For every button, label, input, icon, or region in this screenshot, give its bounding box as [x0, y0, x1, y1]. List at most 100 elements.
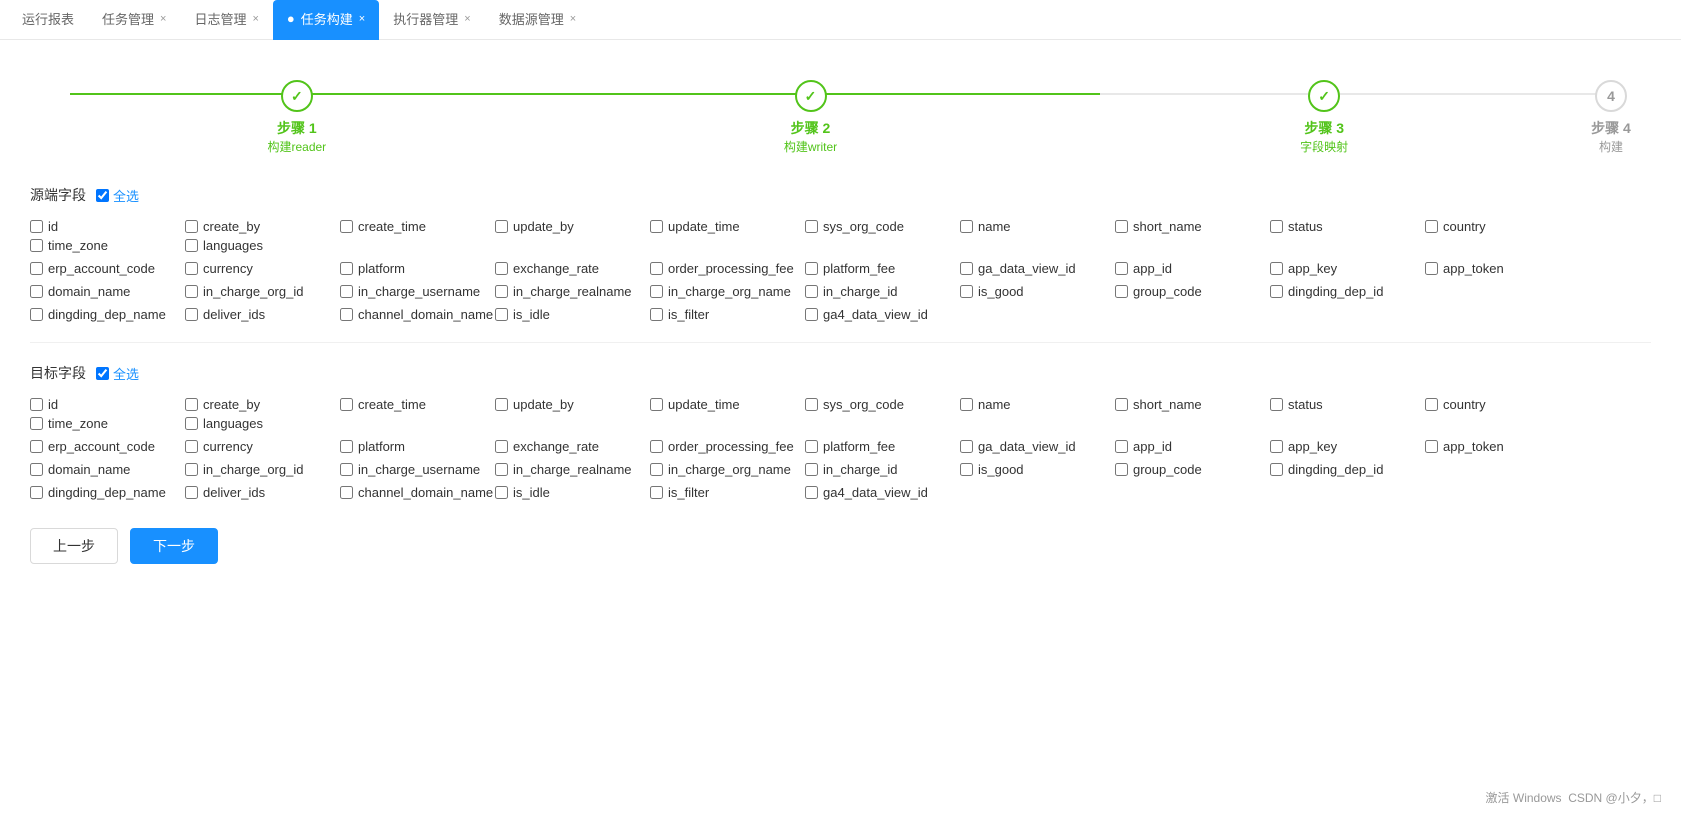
field-item-update_by[interactable]: update_by — [495, 397, 650, 412]
field-checkbox-time_zone[interactable] — [30, 239, 43, 252]
field-checkbox-currency[interactable] — [185, 262, 198, 275]
field-item-time_zone[interactable]: time_zone — [30, 238, 185, 253]
field-item-ga4_data_view_id[interactable]: ga4_data_view_id — [805, 307, 960, 322]
field-checkbox-app_token[interactable] — [1425, 262, 1438, 275]
field-item-name[interactable]: name — [960, 397, 1115, 412]
field-item-app_token[interactable]: app_token — [1425, 261, 1580, 276]
field-checkbox-name[interactable] — [960, 398, 973, 411]
field-checkbox-in_charge_org_name[interactable] — [650, 285, 663, 298]
field-checkbox-platform[interactable] — [340, 262, 353, 275]
field-checkbox-app_token[interactable] — [1425, 440, 1438, 453]
field-checkbox-is_idle[interactable] — [495, 308, 508, 321]
field-checkbox-status[interactable] — [1270, 398, 1283, 411]
field-item-app_key[interactable]: app_key — [1270, 439, 1425, 454]
field-checkbox-erp_account_code[interactable] — [30, 440, 43, 453]
field-item-name[interactable]: name — [960, 219, 1115, 234]
field-item-app_key[interactable]: app_key — [1270, 261, 1425, 276]
field-checkbox-deliver_ids[interactable] — [185, 308, 198, 321]
field-item-in_charge_username[interactable]: in_charge_username — [340, 284, 495, 299]
field-checkbox-dingding_dep_id[interactable] — [1270, 463, 1283, 476]
field-item-is_good[interactable]: is_good — [960, 462, 1115, 477]
field-checkbox-exchange_rate[interactable] — [495, 262, 508, 275]
field-checkbox-platform_fee[interactable] — [805, 262, 818, 275]
field-checkbox-is_good[interactable] — [960, 285, 973, 298]
field-item-create_by[interactable]: create_by — [185, 219, 340, 234]
field-checkbox-time_zone[interactable] — [30, 417, 43, 430]
target-select-all[interactable]: 全选 — [96, 364, 139, 383]
field-checkbox-ga_data_view_id[interactable] — [960, 262, 973, 275]
field-checkbox-sys_org_code[interactable] — [805, 220, 818, 233]
field-item-in_charge_id[interactable]: in_charge_id — [805, 284, 960, 299]
field-item-update_time[interactable]: update_time — [650, 397, 805, 412]
field-checkbox-country[interactable] — [1425, 220, 1438, 233]
field-checkbox-is_filter[interactable] — [650, 308, 663, 321]
field-checkbox-short_name[interactable] — [1115, 398, 1128, 411]
field-checkbox-app_id[interactable] — [1115, 440, 1128, 453]
field-item-order_processing_fee[interactable]: order_processing_fee — [650, 439, 805, 454]
close-icon[interactable]: × — [252, 13, 258, 25]
field-checkbox-sys_org_code[interactable] — [805, 398, 818, 411]
field-item-is_idle[interactable]: is_idle — [495, 485, 650, 500]
field-checkbox-in_charge_org_name[interactable] — [650, 463, 663, 476]
tab-task-mgmt[interactable]: 任务管理 × — [88, 0, 180, 40]
field-checkbox-ga4_data_view_id[interactable] — [805, 308, 818, 321]
tab-log-mgmt[interactable]: 日志管理 × — [180, 0, 272, 40]
field-checkbox-is_filter[interactable] — [650, 486, 663, 499]
field-checkbox-in_charge_id[interactable] — [805, 463, 818, 476]
field-checkbox-in_charge_realname[interactable] — [495, 463, 508, 476]
field-item-app_token[interactable]: app_token — [1425, 439, 1580, 454]
field-item-deliver_ids[interactable]: deliver_ids — [185, 307, 340, 322]
field-checkbox-is_idle[interactable] — [495, 486, 508, 499]
field-item-erp_account_code[interactable]: erp_account_code — [30, 261, 185, 276]
field-item-app_id[interactable]: app_id — [1115, 261, 1270, 276]
field-item-erp_account_code[interactable]: erp_account_code — [30, 439, 185, 454]
field-checkbox-channel_domain_name[interactable] — [340, 486, 353, 499]
field-checkbox-app_key[interactable] — [1270, 262, 1283, 275]
field-item-status[interactable]: status — [1270, 219, 1425, 234]
field-item-id[interactable]: id — [30, 219, 185, 234]
field-item-currency[interactable]: currency — [185, 261, 340, 276]
field-item-languages[interactable]: languages — [185, 416, 340, 431]
field-checkbox-update_time[interactable] — [650, 398, 663, 411]
field-item-group_code[interactable]: group_code — [1115, 284, 1270, 299]
field-checkbox-group_code[interactable] — [1115, 463, 1128, 476]
field-checkbox-dingding_dep_id[interactable] — [1270, 285, 1283, 298]
field-item-country[interactable]: country — [1425, 219, 1580, 234]
field-checkbox-in_charge_org_id[interactable] — [185, 285, 198, 298]
field-item-ga4_data_view_id[interactable]: ga4_data_view_id — [805, 485, 960, 500]
field-checkbox-dingding_dep_name[interactable] — [30, 308, 43, 321]
field-item-in_charge_username[interactable]: in_charge_username — [340, 462, 495, 477]
close-icon[interactable]: × — [464, 13, 470, 25]
field-item-in_charge_id[interactable]: in_charge_id — [805, 462, 960, 477]
tab-run-report[interactable]: 运行报表 — [8, 0, 88, 40]
field-checkbox-in_charge_realname[interactable] — [495, 285, 508, 298]
field-item-dingding_dep_name[interactable]: dingding_dep_name — [30, 485, 185, 500]
field-checkbox-update_time[interactable] — [650, 220, 663, 233]
field-item-domain_name[interactable]: domain_name — [30, 284, 185, 299]
field-item-is_filter[interactable]: is_filter — [650, 485, 805, 500]
field-checkbox-platform_fee[interactable] — [805, 440, 818, 453]
field-checkbox-languages[interactable] — [185, 417, 198, 430]
field-item-platform[interactable]: platform — [340, 261, 495, 276]
field-checkbox-in_charge_org_id[interactable] — [185, 463, 198, 476]
source-select-all[interactable]: 全选 — [96, 186, 139, 205]
field-item-sys_org_code[interactable]: sys_org_code — [805, 397, 960, 412]
field-checkbox-is_good[interactable] — [960, 463, 973, 476]
field-checkbox-create_by[interactable] — [185, 220, 198, 233]
field-item-channel_domain_name[interactable]: channel_domain_name — [340, 485, 495, 500]
field-checkbox-name[interactable] — [960, 220, 973, 233]
field-checkbox-order_processing_fee[interactable] — [650, 440, 663, 453]
field-item-platform[interactable]: platform — [340, 439, 495, 454]
field-checkbox-in_charge_username[interactable] — [340, 463, 353, 476]
field-checkbox-app_key[interactable] — [1270, 440, 1283, 453]
field-item-order_processing_fee[interactable]: order_processing_fee — [650, 261, 805, 276]
tab-executor-mgmt[interactable]: 执行器管理 × — [379, 0, 484, 40]
field-checkbox-erp_account_code[interactable] — [30, 262, 43, 275]
field-checkbox-group_code[interactable] — [1115, 285, 1128, 298]
prev-button[interactable]: 上一步 — [30, 528, 118, 564]
field-checkbox-create_time[interactable] — [340, 220, 353, 233]
field-checkbox-create_by[interactable] — [185, 398, 198, 411]
field-item-ga_data_view_id[interactable]: ga_data_view_id — [960, 261, 1115, 276]
field-checkbox-platform[interactable] — [340, 440, 353, 453]
field-item-short_name[interactable]: short_name — [1115, 219, 1270, 234]
